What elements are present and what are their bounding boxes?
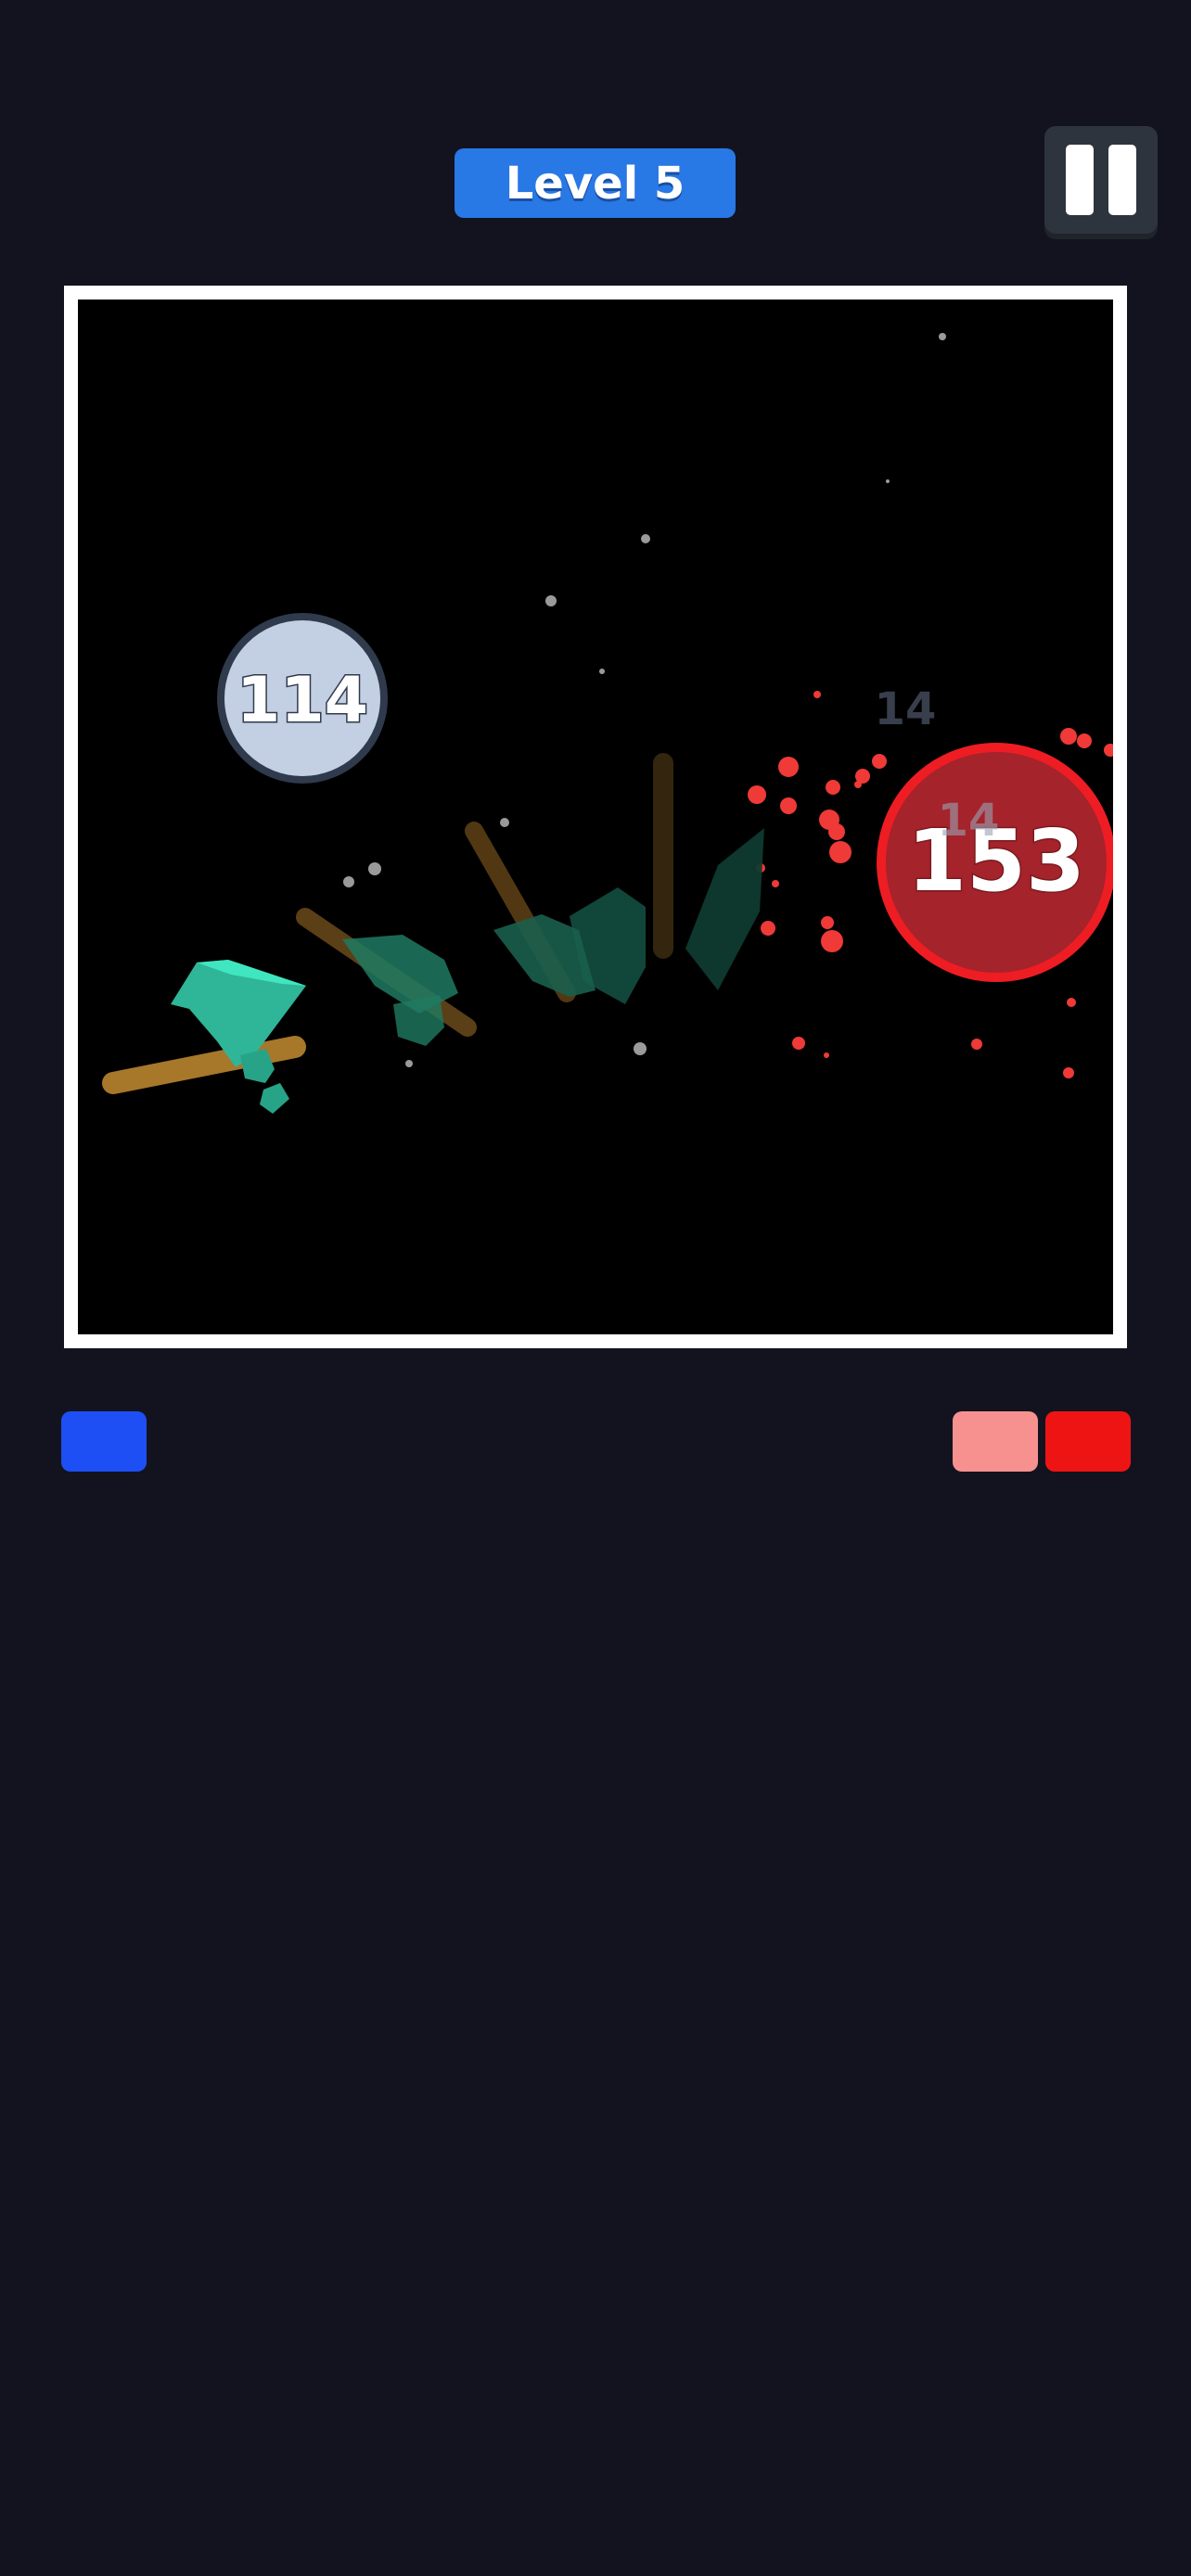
level-badge: Level 5 [455,148,736,218]
arena-canvas: 114 153 14 14 [102,333,1113,1114]
level-label: Level 5 [505,157,685,210]
player-ball: 114 [217,613,388,784]
game-screen: Level 5 114 153 14 14 [0,0,1191,2576]
weapon-trail [296,753,764,1046]
pause-icon [1066,145,1094,215]
damage-number: 14 [938,795,1000,847]
enemy-ball: 153 [877,743,1113,982]
team-indicator-right-1 [953,1411,1038,1472]
axe-icon [102,960,306,1114]
damage-number: 14 [875,683,937,735]
pause-icon-bar [1108,145,1136,215]
arena-frame: 114 153 14 14 [64,286,1127,1348]
team-indicator-right-2 [1045,1411,1131,1472]
arena[interactable]: 114 153 14 14 [78,300,1113,1334]
player-hp: 114 [237,664,368,737]
pause-button[interactable] [1044,126,1158,234]
team-indicator-left [61,1411,147,1472]
